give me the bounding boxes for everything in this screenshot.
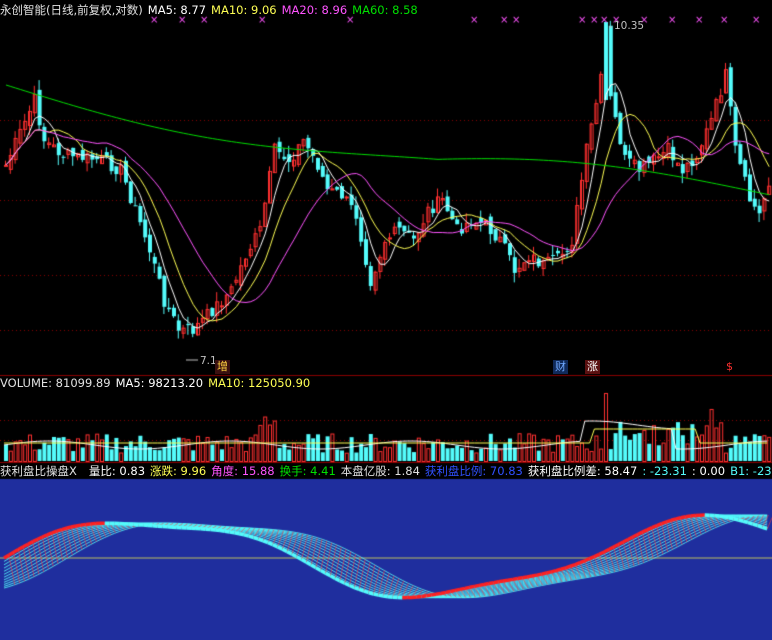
ma60-value: MA60: 8.58	[352, 3, 418, 17]
volume-ma10-value: MA10: 125050.90	[208, 376, 311, 390]
volume-header: VOLUME: 81099.89 MA5: 98213.20 MA10: 12505…	[0, 376, 315, 391]
kline-chart-canvas[interactable]	[0, 0, 772, 640]
ma5-value: MA5: 8.77	[147, 3, 207, 17]
volume-value: VOLUME: 81099.89	[0, 376, 111, 390]
volume-ma5-value: MA5: 98213.20	[115, 376, 204, 390]
indicator-v1: : -23.31	[642, 464, 687, 478]
event-tag-zhang[interactable]: 涨	[585, 360, 600, 374]
ma10-value: MA10: 9.06	[211, 3, 277, 17]
huanshou-value: 换手: 4.41	[279, 464, 336, 478]
price-header: 永创智能(日线,前复权,对数) MA5: 8.77 MA10: 9.06 MA20: …	[0, 3, 423, 18]
jiaodu-value: 角度: 15.88	[211, 464, 275, 478]
event-tag-zeng[interactable]: 增	[215, 360, 230, 374]
stock-title: 永创智能(日线,前复权,对数)	[0, 3, 143, 17]
zhangdie-value: 涨跌: 9.96	[150, 464, 207, 478]
event-tag-cai[interactable]: 财	[553, 360, 568, 374]
huolibili-value: 获利盘比例: 70.83	[424, 464, 523, 478]
indicator-header: 获利盘比操盘X 量比: 0.83 涨跌: 9.96 角度: 15.88 换手: 4.41…	[0, 464, 772, 479]
indicator-v2: : 0.00	[691, 464, 726, 478]
indicator-name: 获利盘比操盘X	[0, 464, 77, 478]
liangbi-value: 量比: 0.83	[88, 464, 146, 478]
benpan-value: 本盘亿股: 1.84	[340, 464, 420, 478]
event-tag-dollar[interactable]: $	[724, 360, 735, 374]
high-price-label: 10.35	[614, 20, 645, 32]
huolibilicha-value: 获利盘比例差: 58.47	[527, 464, 638, 478]
indicator-b1: B1: -23.31	[730, 464, 772, 478]
ma20-value: MA20: 8.96	[281, 3, 348, 17]
